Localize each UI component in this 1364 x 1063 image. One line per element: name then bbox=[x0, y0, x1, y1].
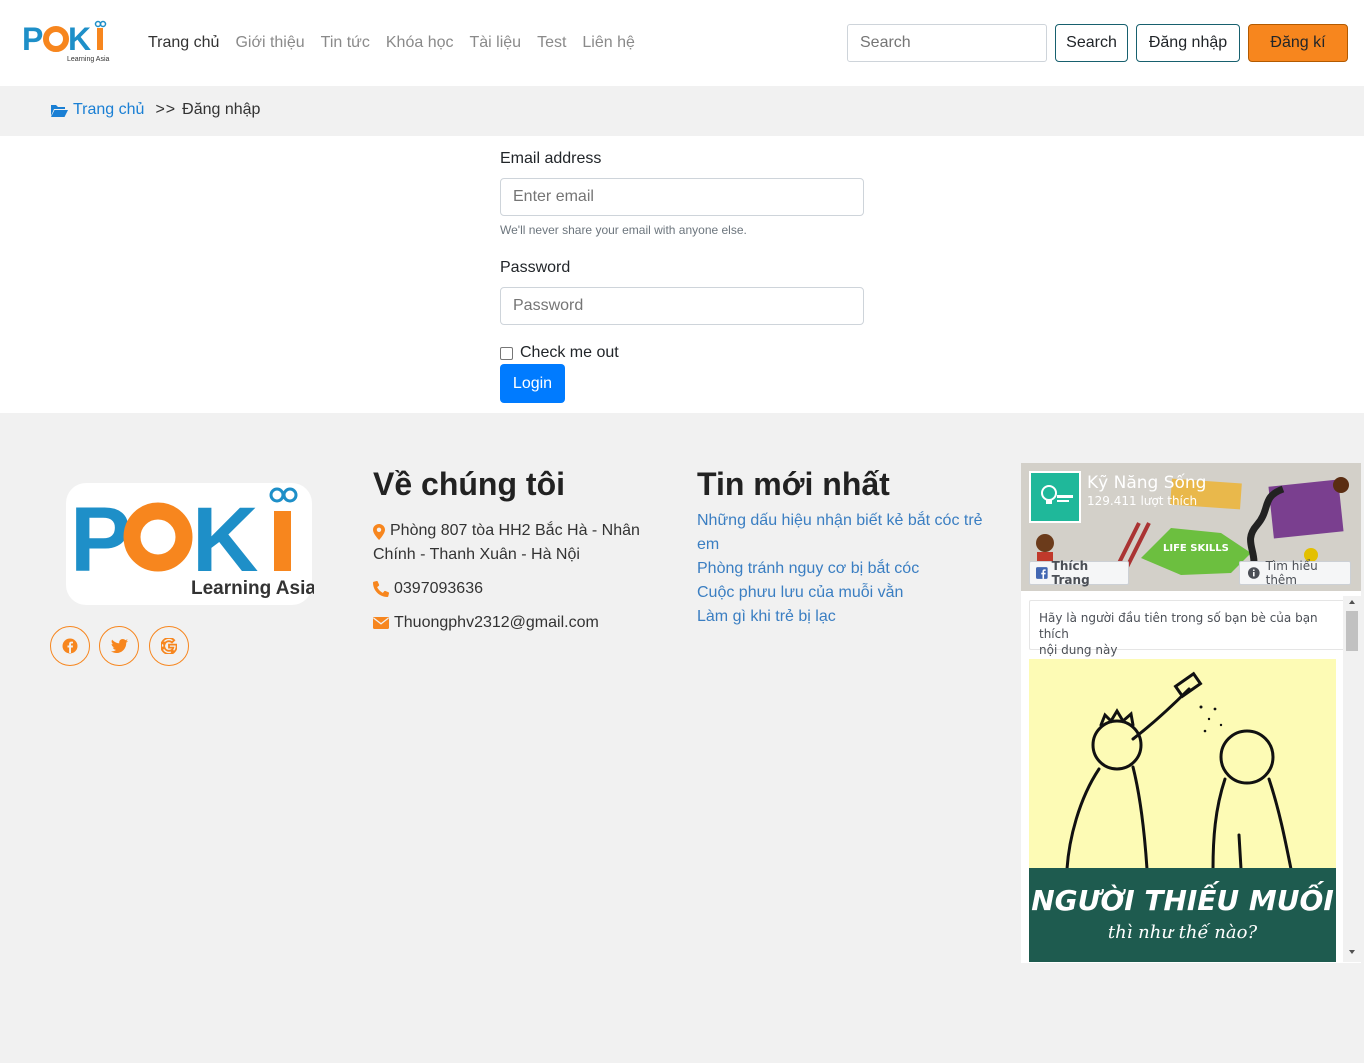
nav-courses[interactable]: Khóa học bbox=[386, 32, 454, 54]
breadcrumb-current: Đăng nhập bbox=[182, 101, 261, 118]
phone-icon bbox=[373, 581, 389, 597]
news-link-1[interactable]: Những dấu hiệu nhận biết kẻ bắt cóc trẻ bbox=[697, 509, 983, 533]
news-link-3[interactable]: Cuộc phưu lưu của muỗi vằn bbox=[697, 581, 903, 605]
remember-row: Check me out bbox=[500, 344, 619, 362]
check-me-out-checkbox[interactable] bbox=[500, 346, 513, 360]
search-button[interactable]: Search bbox=[1055, 24, 1128, 62]
lightbulb-logo-icon bbox=[1041, 485, 1073, 504]
nav-news[interactable]: Tin tức bbox=[321, 32, 370, 54]
nav-test[interactable]: Test bbox=[537, 32, 566, 54]
facebook-friends-notice: Hãy là người đầu tiên trong số bạn bè củ… bbox=[1029, 600, 1351, 657]
post-caption-band: NGƯỜI THIẾU MUỐI thì như thế nào? bbox=[1029, 868, 1336, 962]
svg-text:Learning Asia: Learning Asia bbox=[67, 56, 110, 63]
facebook-page-widget: LIFE SKILLS Kỹ Năng Sống 129.411 lượt th… bbox=[1021, 463, 1361, 963]
folder-open-icon bbox=[51, 105, 68, 117]
friends-notice-line-2: nội dung này bbox=[1039, 643, 1118, 657]
facebook-like-count: 129.411 lượt thích bbox=[1087, 494, 1198, 508]
login-form-section: Email address We'll never share your ema… bbox=[0, 136, 1364, 413]
google-social-button[interactable] bbox=[149, 626, 189, 666]
scrollbar-thumb[interactable] bbox=[1346, 611, 1358, 651]
facebook-learn-more-button[interactable]: Tìm hiểu thêm bbox=[1239, 559, 1351, 587]
email-label: Email address bbox=[500, 150, 602, 167]
login-nav-button[interactable]: Đăng nhập bbox=[1136, 24, 1240, 62]
login-submit-button[interactable]: Login bbox=[500, 364, 565, 403]
navbar: P K Learning Asia Trang chủ Giới thiệu T… bbox=[0, 0, 1364, 86]
facebook-cover-image[interactable]: LIFE SKILLS Kỹ Năng Sống 129.411 lượt th… bbox=[1021, 463, 1361, 591]
email-text[interactable]: Thuongphv2312@gmail.com bbox=[394, 611, 599, 635]
facebook-like-page-button[interactable]: Thích Trang bbox=[1029, 559, 1129, 587]
svg-text:K: K bbox=[192, 489, 258, 591]
check-me-out-label[interactable]: Check me out bbox=[520, 344, 619, 362]
facebook-f-icon bbox=[1036, 567, 1048, 579]
facebook-post-image[interactable]: NGƯỜI THIẾU MUỐI thì như thế nào? bbox=[1029, 659, 1336, 962]
google-icon bbox=[161, 638, 177, 654]
news-link-1-cont[interactable]: em bbox=[697, 533, 719, 557]
facebook-page-name[interactable]: Kỹ Năng Sống bbox=[1087, 473, 1206, 493]
news-title: Tin mới nhất bbox=[697, 466, 890, 502]
facebook-widget-scrollbar[interactable] bbox=[1343, 596, 1361, 962]
phone-text: 0397093636 bbox=[394, 580, 483, 597]
news-link-4[interactable]: Làm gì khi trẻ bị lạc bbox=[697, 605, 836, 629]
nav-documents[interactable]: Tài liệu bbox=[469, 32, 521, 54]
scroll-up-icon[interactable] bbox=[1347, 598, 1357, 606]
facebook-social-button[interactable] bbox=[50, 626, 90, 666]
breadcrumb: Trang chủ >> Đăng nhập bbox=[0, 86, 1364, 136]
svg-text:K: K bbox=[68, 21, 91, 57]
address-line-2: Chính - Thanh Xuân - Hà Nội bbox=[373, 546, 580, 563]
facebook-learn-more-label: Tìm hiểu thêm bbox=[1265, 559, 1318, 587]
svg-text:LIFE SKILLS: LIFE SKILLS bbox=[1163, 543, 1229, 554]
post-subtitle: thì như thế nào? bbox=[1107, 922, 1258, 943]
footer-poki-logo: P K Learning Asia bbox=[66, 483, 314, 605]
password-field[interactable] bbox=[500, 287, 864, 325]
twitter-social-button[interactable] bbox=[99, 626, 139, 666]
address-line-1: Phòng 807 tòa HH2 Bắc Hà - Nhân bbox=[390, 522, 640, 539]
email-field[interactable] bbox=[500, 178, 864, 216]
svg-text:P: P bbox=[70, 489, 131, 591]
post-title: NGƯỜI THIẾU MUỐI bbox=[1031, 884, 1334, 917]
info-icon bbox=[1248, 567, 1260, 579]
svg-text:P: P bbox=[22, 21, 43, 57]
breadcrumb-separator: >> bbox=[155, 101, 177, 118]
about-title: Về chúng tôi bbox=[373, 466, 565, 502]
friends-notice-line-1: Hãy là người đầu tiên trong số bạn bè củ… bbox=[1039, 611, 1318, 641]
map-marker-icon bbox=[373, 524, 385, 540]
main-nav: Trang chủ Giới thiệu Tin tức Khóa học Tà… bbox=[148, 32, 651, 54]
register-button[interactable]: Đăng kí bbox=[1248, 24, 1348, 62]
scroll-down-icon[interactable] bbox=[1347, 948, 1357, 956]
post-illustration bbox=[1065, 671, 1293, 871]
email-help-text: We'll never share your email with anyone… bbox=[500, 223, 747, 237]
nav-home[interactable]: Trang chủ bbox=[148, 32, 219, 54]
nav-contact[interactable]: Liên hệ bbox=[582, 32, 635, 54]
search-input[interactable] bbox=[847, 24, 1047, 62]
facebook-page-avatar[interactable] bbox=[1029, 471, 1081, 523]
password-label: Password bbox=[500, 259, 571, 276]
facebook-icon bbox=[62, 638, 78, 654]
news-link-2[interactable]: Phòng tránh nguy cơ bị bắt cóc bbox=[697, 557, 919, 581]
nav-about[interactable]: Giới thiệu bbox=[235, 32, 304, 54]
poki-logo[interactable]: P K Learning Asia bbox=[22, 20, 114, 64]
envelope-icon bbox=[373, 617, 389, 629]
breadcrumb-home-link[interactable]: Trang chủ bbox=[73, 101, 144, 119]
facebook-like-page-label: Thích Trang bbox=[1051, 559, 1090, 587]
svg-text:Learning Asia: Learning Asia bbox=[191, 578, 314, 599]
twitter-icon bbox=[110, 639, 128, 653]
